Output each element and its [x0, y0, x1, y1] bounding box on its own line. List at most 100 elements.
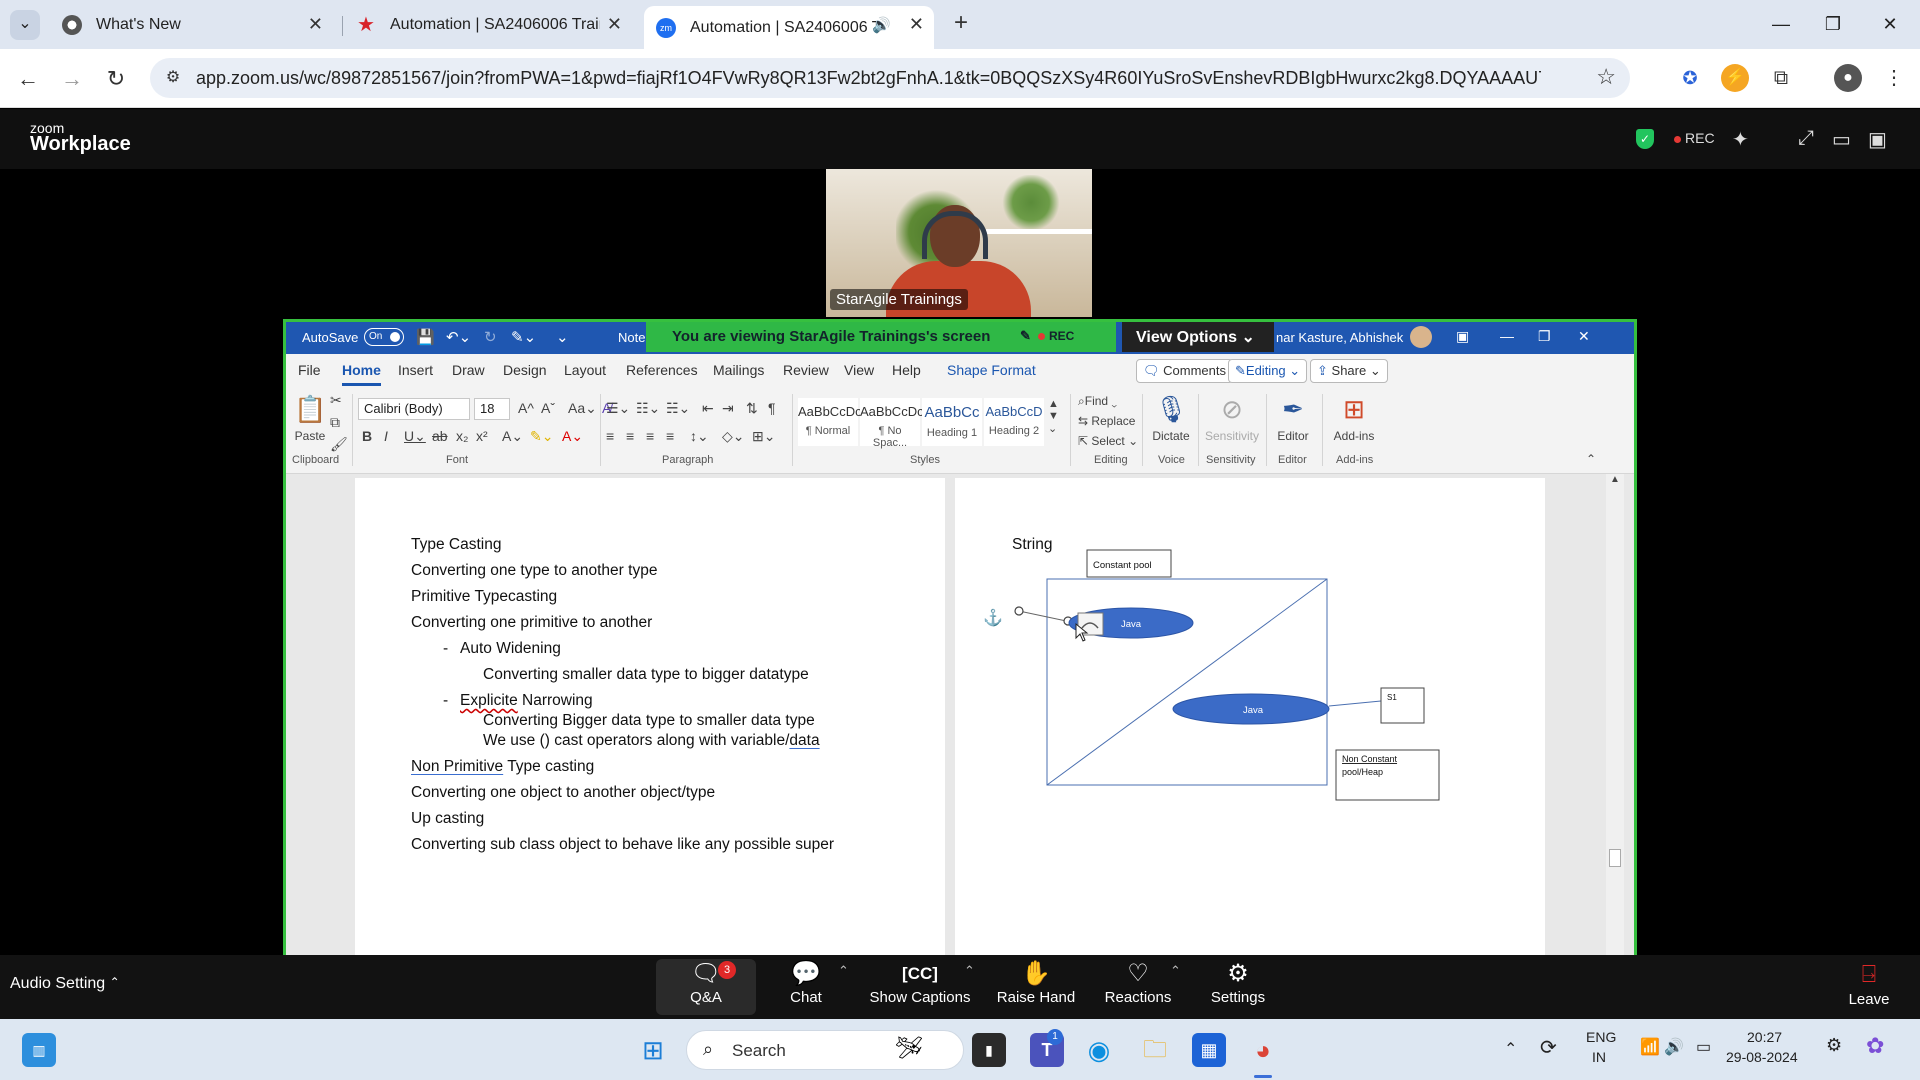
cut-icon[interactable]: ✂ [330, 392, 342, 409]
comments-button[interactable]: 🗨 Comments [1136, 359, 1233, 383]
shrink-font-icon[interactable]: Aˇ [541, 400, 555, 416]
italic-icon[interactable]: I [384, 428, 388, 444]
new-tab-button[interactable]: + [946, 8, 976, 38]
replace-button[interactable]: ⇆ Replace [1078, 414, 1135, 428]
close-icon[interactable]: ✕ [909, 14, 924, 35]
multilevel-list-icon[interactable]: ☵⌄ [666, 400, 690, 417]
bullets-icon[interactable]: ☰⌄ [606, 400, 630, 417]
misspelled-word[interactable]: Explicite [460, 692, 518, 709]
show-marks-icon[interactable]: ¶ [768, 400, 776, 416]
clock-time[interactable]: 20:27 [1747, 1029, 1782, 1045]
close-window-icon[interactable]: ✕ [1870, 8, 1910, 40]
annotate-icon[interactable]: ✎ [1020, 328, 1031, 344]
scroll-up-icon[interactable]: ▲ [1610, 474, 1620, 485]
align-left-icon[interactable]: ≡ [606, 428, 614, 444]
diagonal-line[interactable] [1046, 578, 1328, 786]
tab-references[interactable]: References [626, 362, 698, 378]
reload-icon[interactable]: ↻ [100, 63, 132, 95]
numbering-icon[interactable]: ☷⌄ [636, 400, 660, 417]
highlight-icon[interactable]: ✎⌄ [530, 428, 553, 445]
font-size-combo[interactable]: 18 [474, 398, 510, 420]
tab-shape-format[interactable]: Shape Format [947, 362, 1036, 378]
edge-icon[interactable]: ◉ [1082, 1033, 1116, 1067]
tab-insert[interactable]: Insert [398, 362, 433, 378]
tab-home[interactable]: Home [342, 362, 381, 386]
settings-button[interactable]: ⚙ Settings [1188, 959, 1288, 1015]
tab-design[interactable]: Design [503, 362, 547, 378]
grow-font-icon[interactable]: A^ [518, 400, 534, 416]
style-normal[interactable]: AaBbCcDc ¶ Normal [798, 398, 862, 446]
customize-qat-icon[interactable]: ⌄ [556, 328, 569, 346]
doc-text[interactable]: Primitive Typecasting [411, 588, 557, 606]
bookmark-star-icon[interactable]: ☆ [1596, 64, 1616, 90]
doc-text[interactable]: We use () cast operators along with vari… [483, 732, 820, 750]
ribbon-display-icon[interactable]: ▣ [1456, 328, 1469, 345]
audio-setting-button[interactable]: Audio Setting ⌃ [10, 975, 120, 993]
task-view-icon[interactable]: ▮ [972, 1033, 1006, 1067]
battery-icon[interactable]: ▭ [1696, 1037, 1711, 1057]
style-heading-1[interactable]: AaBbCc Heading 1 [922, 398, 982, 446]
chrome-icon[interactable]: ◕ [1246, 1033, 1280, 1067]
resize-handle[interactable] [1014, 606, 1024, 616]
font-color-icon[interactable]: A⌄ [562, 428, 583, 445]
user-avatar[interactable] [1410, 326, 1432, 348]
tab-draw[interactable]: Draw [452, 362, 485, 378]
decrease-indent-icon[interactable]: ⇤ [702, 400, 714, 417]
justify-icon[interactable]: ≡ [666, 428, 674, 444]
recording-indicator[interactable]: REC [1674, 130, 1715, 146]
show-hidden-icons-icon[interactable]: ⌃ [1504, 1039, 1517, 1059]
tab-view[interactable]: View [844, 362, 874, 378]
minimize-icon[interactable]: — [1500, 328, 1514, 344]
pen-icon[interactable]: ✎⌄ [511, 328, 536, 346]
paste-button[interactable]: 📋 Paste [294, 394, 326, 443]
sort-icon[interactable]: ⇅ [746, 400, 758, 417]
sync-icon[interactable]: ⟳ [1540, 1035, 1557, 1060]
language-line1[interactable]: ENG [1586, 1029, 1616, 1045]
leave-button[interactable]: ⍈ Leave [1838, 959, 1900, 1015]
widgets-icon[interactable]: ▥ [22, 1033, 56, 1067]
copy-icon[interactable]: ⧉ [330, 414, 340, 431]
layout-view-icon[interactable]: ▭ [1832, 127, 1851, 152]
address-bar[interactable]: ⚙ app.zoom.us/wc/89872851567/join?fromPW… [150, 58, 1630, 98]
redo-icon[interactable]: ↻ [484, 328, 497, 346]
borders-icon[interactable]: ⊞⌄ [752, 428, 775, 445]
subscript-icon[interactable]: x₂ [456, 428, 468, 444]
doc-text[interactable]: Type Casting [411, 536, 501, 554]
copilot-icon[interactable]: ✿ [1866, 1033, 1884, 1059]
taskbar-search[interactable]: ⌕ Search 🛩 [686, 1030, 964, 1070]
style-no-spacing[interactable]: AaBbCcDc ¶ No Spac... [860, 398, 924, 449]
shading-icon[interactable]: ◇⌄ [722, 428, 745, 445]
site-info-icon[interactable]: ⚙ [162, 67, 184, 89]
close-icon[interactable]: ✕ [308, 14, 323, 35]
dictate-button[interactable]: 🎙 Dictate [1148, 394, 1194, 443]
doc-text[interactable]: Converting one primitive to another [411, 614, 652, 632]
speaker-icon[interactable]: 🔊 [872, 16, 891, 34]
styles-scroll-icon[interactable]: ▲ ▼ ⌄ [1048, 398, 1059, 435]
shared-screen[interactable]: AutoSave On 💾 ↶⌄ ↻ ✎⌄ ⌄ Note You are vie… [283, 319, 1637, 955]
close-icon[interactable]: ✕ [1578, 328, 1590, 345]
editing-mode-button[interactable]: ✎Editing ⌄ [1228, 359, 1308, 383]
strikethrough-icon[interactable]: ab [432, 428, 448, 444]
tab-mailings[interactable]: Mailings [713, 362, 764, 378]
doc-text[interactable]: Non Primitive Type casting [411, 758, 594, 776]
share-button[interactable]: ⇪ Share ⌄ [1310, 359, 1388, 383]
more-menu-icon[interactable]: ⋮ [1880, 64, 1908, 92]
store-icon[interactable]: ▦ [1192, 1033, 1226, 1067]
tab-automation-active[interactable]: zm Automation | SA2406006 Tr 🔊 ✕ [644, 6, 934, 49]
line-spacing-icon[interactable]: ↕⌄ [690, 428, 709, 445]
tab-help[interactable]: Help [892, 362, 921, 378]
participant-video[interactable]: StarAgile Trainings [826, 169, 1092, 317]
encryption-shield-icon[interactable]: ✓ [1636, 129, 1654, 149]
extensions-puzzle-icon[interactable]: ⧉ [1767, 64, 1795, 92]
fullscreen-icon[interactable]: ⤢ [1798, 127, 1814, 150]
chat-options-caret-icon[interactable]: ⌃ [838, 963, 849, 979]
back-icon[interactable]: ← [12, 63, 44, 95]
font-name-combo[interactable]: Calibri (Body) [358, 398, 470, 420]
reactions-options-caret-icon[interactable]: ⌃ [1170, 963, 1181, 979]
tab-search-button[interactable]: ⌄ [10, 10, 40, 40]
format-painter-icon[interactable]: 🖌 [330, 436, 348, 453]
tab-layout[interactable]: Layout [564, 362, 606, 378]
flagged-word[interactable]: data [789, 732, 819, 749]
document-page-right[interactable]: String Constant pool Java Java S1 Non Co… [955, 478, 1545, 955]
select-button[interactable]: ⇱ Select ⌄ [1078, 434, 1138, 448]
